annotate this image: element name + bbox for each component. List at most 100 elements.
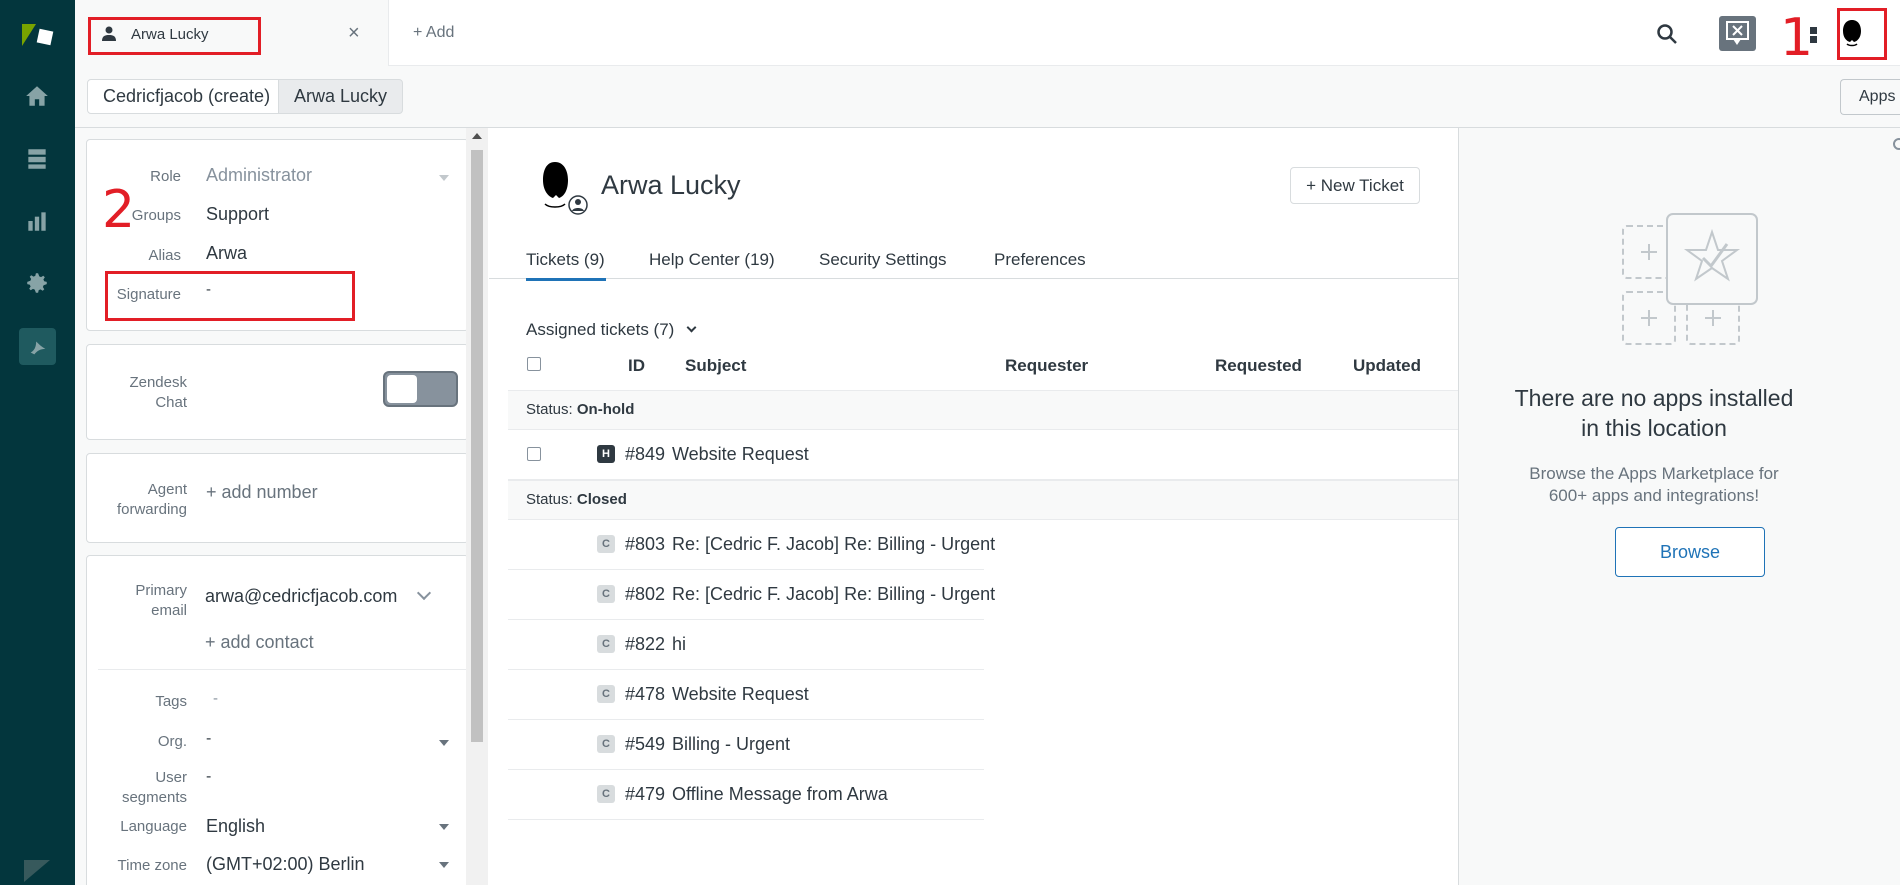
ticket-subject[interactable]: Offline Message from Arwa	[672, 784, 888, 805]
table-row[interactable]: C #549 Billing - Urgent	[508, 720, 984, 770]
product-nav	[0, 0, 75, 885]
user-tab[interactable]: Arwa Lucky ×	[75, 0, 389, 66]
table-row[interactable]: H #849 Website Request	[508, 430, 1458, 480]
chat-label-line2: Chat	[155, 394, 187, 411]
close-apps-icon[interactable]	[1893, 138, 1900, 150]
status-prefix: Status:	[526, 491, 573, 508]
annotation-box-tab	[88, 17, 261, 55]
search-icon[interactable]	[1655, 22, 1679, 46]
views-icon[interactable]	[21, 143, 53, 175]
ticket-subject[interactable]: Website Request	[672, 444, 809, 465]
add-number-link[interactable]: + add number	[206, 482, 318, 503]
product-tray-icon[interactable]	[1799, 25, 1819, 45]
left-panel-scrollbar[interactable]	[466, 128, 488, 885]
role-caret-icon	[439, 175, 449, 181]
forwarding-label-line2: forwarding	[116, 501, 187, 518]
table-row[interactable]: C #802 Re: [Cedric F. Jacob] Re: Billing…	[508, 570, 995, 620]
browse-apps-button[interactable]: Browse	[1615, 527, 1765, 577]
column-requester[interactable]: Requester	[1005, 356, 1088, 376]
scrollbar-thumb[interactable]	[471, 150, 483, 742]
annotation-box-signature	[105, 271, 355, 321]
column-id[interactable]: ID	[628, 356, 645, 376]
column-requested[interactable]: Requested	[1215, 356, 1302, 376]
assigned-tickets-dropdown[interactable]: Assigned tickets (7)	[526, 320, 674, 340]
timezone-select[interactable]: (GMT+02:00) Berlin	[206, 854, 365, 875]
breadcrumb-org[interactable]: Cedricfjacob (create)	[87, 79, 287, 114]
ticket-subject[interactable]: Website Request	[672, 684, 809, 705]
timezone-label: Time zone	[117, 857, 187, 874]
role-select[interactable]: Administrator	[206, 165, 312, 186]
ticket-subject[interactable]: Re: [Cedric F. Jacob] Re: Billing - Urge…	[672, 584, 995, 605]
divider	[98, 669, 470, 670]
tags-field[interactable]: -	[213, 690, 218, 707]
apps-illustration-icon	[1621, 210, 1761, 350]
ticket-id: #802	[625, 584, 666, 604]
reporting-icon[interactable]	[21, 205, 53, 237]
org-caret-icon	[439, 740, 449, 746]
row-checkbox[interactable]	[527, 447, 541, 461]
tab-security-settings[interactable]: Security Settings	[819, 250, 947, 270]
breadcrumb-user[interactable]: Arwa Lucky	[278, 79, 404, 114]
groups-field[interactable]: Support	[206, 204, 269, 225]
admin-gear-icon[interactable]	[21, 267, 53, 299]
apps-toggle-button[interactable]: Apps	[1840, 79, 1900, 115]
ticket-subject[interactable]: Re: [Cedric F. Jacob] Re: Billing - Urge…	[672, 534, 995, 555]
tags-label: Tags	[155, 693, 187, 710]
status-badge: C	[597, 535, 615, 553]
ticket-subject[interactable]: Billing - Urgent	[672, 734, 790, 755]
scroll-up-arrow-icon[interactable]	[472, 133, 482, 139]
status-name: Closed	[576, 491, 627, 508]
ticket-subject[interactable]: hi	[672, 634, 686, 655]
org-select[interactable]: -	[206, 730, 211, 748]
ticket-id: #549	[625, 734, 666, 754]
user-name-heading[interactable]: Arwa Lucky	[601, 170, 741, 201]
tab-tickets[interactable]: Tickets (9)	[526, 250, 605, 270]
table-row[interactable]: C #803 Re: [Cedric F. Jacob] Re: Billing…	[508, 520, 995, 570]
zendesk-logo[interactable]	[20, 20, 54, 50]
table-row[interactable]: C #478 Website Request	[508, 670, 984, 720]
segments-label-line2: segments	[121, 789, 187, 806]
table-row[interactable]: C #822 hi	[508, 620, 984, 670]
annotation-number-2: 2	[102, 180, 136, 240]
user-main-pane: Arwa Lucky + New Ticket Tickets (9) Help…	[489, 128, 1458, 885]
language-select[interactable]: English	[206, 816, 265, 837]
add-tab-button[interactable]: + Add	[413, 24, 454, 42]
conversations-icon[interactable]	[1719, 16, 1756, 51]
forwarding-label-line1: Agent	[147, 481, 187, 498]
user-avatar-large	[533, 158, 589, 216]
primary-email-field[interactable]: arwa@cedricfjacob.com	[205, 586, 397, 607]
tabs-divider	[489, 278, 1458, 279]
add-contact-link[interactable]: + add contact	[205, 632, 314, 653]
top-bar: Arwa Lucky × + Add 1	[75, 0, 1900, 66]
ticket-id: #822	[625, 634, 666, 654]
close-tab-icon[interactable]: ×	[348, 22, 360, 45]
select-all-checkbox[interactable]	[527, 357, 541, 371]
status-badge: H	[597, 445, 615, 463]
user-avatar-icon[interactable]	[1833, 14, 1871, 54]
agent-settings-card: Role Administrator Groups Support Alias …	[86, 139, 469, 331]
alias-field[interactable]: Arwa	[206, 243, 247, 264]
assigned-chevron-icon[interactable]	[686, 322, 697, 333]
status-name: On-hold	[576, 401, 635, 418]
org-label: Org.	[157, 733, 187, 750]
status-prefix: Status:	[526, 401, 573, 418]
column-subject[interactable]: Subject	[685, 356, 746, 376]
status-badge: C	[597, 785, 615, 803]
email-chevron-icon[interactable]	[416, 585, 432, 601]
email-label-line1: Primary	[135, 582, 187, 599]
chat-toggle[interactable]	[383, 371, 458, 407]
breadcrumb-bar: Cedricfjacob (create) Arwa Lucky Apps	[75, 66, 1900, 128]
email-label-line2: email	[151, 602, 187, 619]
status-badge: C	[597, 635, 615, 653]
home-icon[interactable]	[21, 80, 53, 112]
tab-preferences[interactable]: Preferences	[994, 250, 1086, 270]
zendesk-footer-logo[interactable]	[22, 858, 52, 884]
new-ticket-button[interactable]: + New Ticket	[1290, 167, 1420, 204]
app-nav-icon[interactable]	[19, 328, 56, 365]
table-row[interactable]: C #479 Offline Message from Arwa	[508, 770, 984, 820]
status-badge: C	[597, 585, 615, 603]
status-group-onhold: Status: On-hold	[508, 390, 1458, 430]
tab-help-center[interactable]: Help Center (19)	[649, 250, 775, 270]
column-updated[interactable]: Updated	[1353, 356, 1421, 376]
chat-label-line1: Zendesk	[129, 374, 187, 391]
